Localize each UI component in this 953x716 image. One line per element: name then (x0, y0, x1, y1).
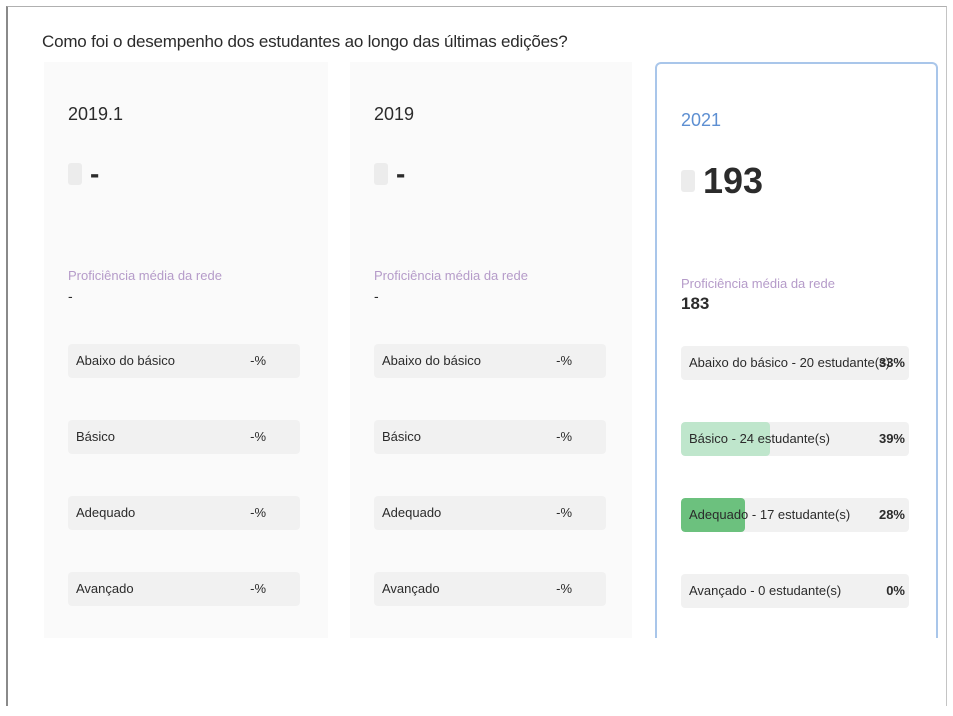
score-row: - (374, 158, 405, 190)
level-name: Adequado (382, 505, 442, 520)
proficiency-label: Proficiência média da rede (681, 276, 835, 291)
level-percent: -% (556, 353, 572, 368)
level-avancado: Avançado -% (374, 572, 606, 606)
edition-card-2019-1[interactable]: 2019.1 - Proficiência média da rede - Ab… (44, 62, 328, 638)
level-abaixo-do-basico: Abaixo do básico -% (68, 344, 300, 378)
level-abaixo-do-basico: Abaixo do básico -% (374, 344, 606, 378)
level-adequado: Adequado -% (374, 496, 606, 530)
level-name: Abaixo do básico (76, 353, 176, 368)
level-name: Abaixo do básico - 20 estudante(s) (689, 355, 890, 370)
level-name: Avançado - 0 estudante(s) (689, 583, 842, 598)
level-percent: 33% (878, 355, 905, 370)
level-avancado: Avançado - 0 estudante(s) 0% (681, 574, 909, 608)
score-row: 193 (681, 160, 763, 202)
level-percent: -% (250, 429, 266, 444)
edition-card-2019[interactable]: 2019 - Proficiência média da rede - Abai… (350, 62, 632, 638)
level-name: Básico (382, 429, 422, 444)
level-name: Avançado (76, 581, 134, 596)
edition-score: - (396, 158, 406, 189)
level-percent: -% (556, 581, 572, 596)
score-row: - (68, 158, 99, 190)
proficiency-label: Proficiência média da rede (374, 268, 528, 283)
score-icon (68, 163, 82, 185)
level-percent: 39% (878, 431, 905, 446)
level-basico: Básico -% (374, 420, 606, 454)
edition-score: 193 (703, 160, 764, 201)
level-percent: -% (556, 505, 572, 520)
level-percent: -% (556, 429, 572, 444)
proficiency-value: 183 (681, 294, 710, 313)
level-percent: 0% (886, 583, 905, 598)
level-basico: Básico -% (68, 420, 300, 454)
level-basico: Básico - 24 estudante(s) 39% (681, 422, 909, 456)
section-heading: Como foi o desempenho dos estudantes ao … (42, 32, 568, 51)
level-adequado: Adequado - 17 estudante(s) 28% (681, 498, 909, 532)
proficiency-value: - (68, 288, 73, 304)
level-abaixo-do-basico: Abaixo do básico - 20 estudante(s) 33% (681, 346, 909, 380)
score-icon (681, 170, 695, 192)
level-avancado: Avançado -% (68, 572, 300, 606)
edition-score: - (90, 158, 100, 189)
level-adequado: Adequado -% (68, 496, 300, 530)
level-name: Abaixo do básico (382, 353, 482, 368)
score-icon (374, 163, 388, 185)
proficiency-label: Proficiência média da rede (68, 268, 222, 283)
level-name: Avançado (382, 581, 440, 596)
level-percent: -% (250, 581, 266, 596)
edition-year: 2019 (374, 104, 415, 124)
edition-card-2021[interactable]: 2021 193 Proficiência média da rede 183 … (655, 62, 938, 638)
level-percent: -% (250, 505, 266, 520)
level-percent: 28% (878, 507, 905, 522)
level-name: Básico - 24 estudante(s) (689, 431, 830, 446)
level-name: Básico (76, 429, 116, 444)
edition-year: 2021 (681, 110, 722, 130)
edition-year: 2019.1 (68, 104, 124, 124)
level-name: Adequado (76, 505, 136, 520)
level-percent: -% (250, 353, 266, 368)
level-name: Adequado - 17 estudante(s) (689, 507, 851, 522)
proficiency-value: - (374, 288, 379, 304)
